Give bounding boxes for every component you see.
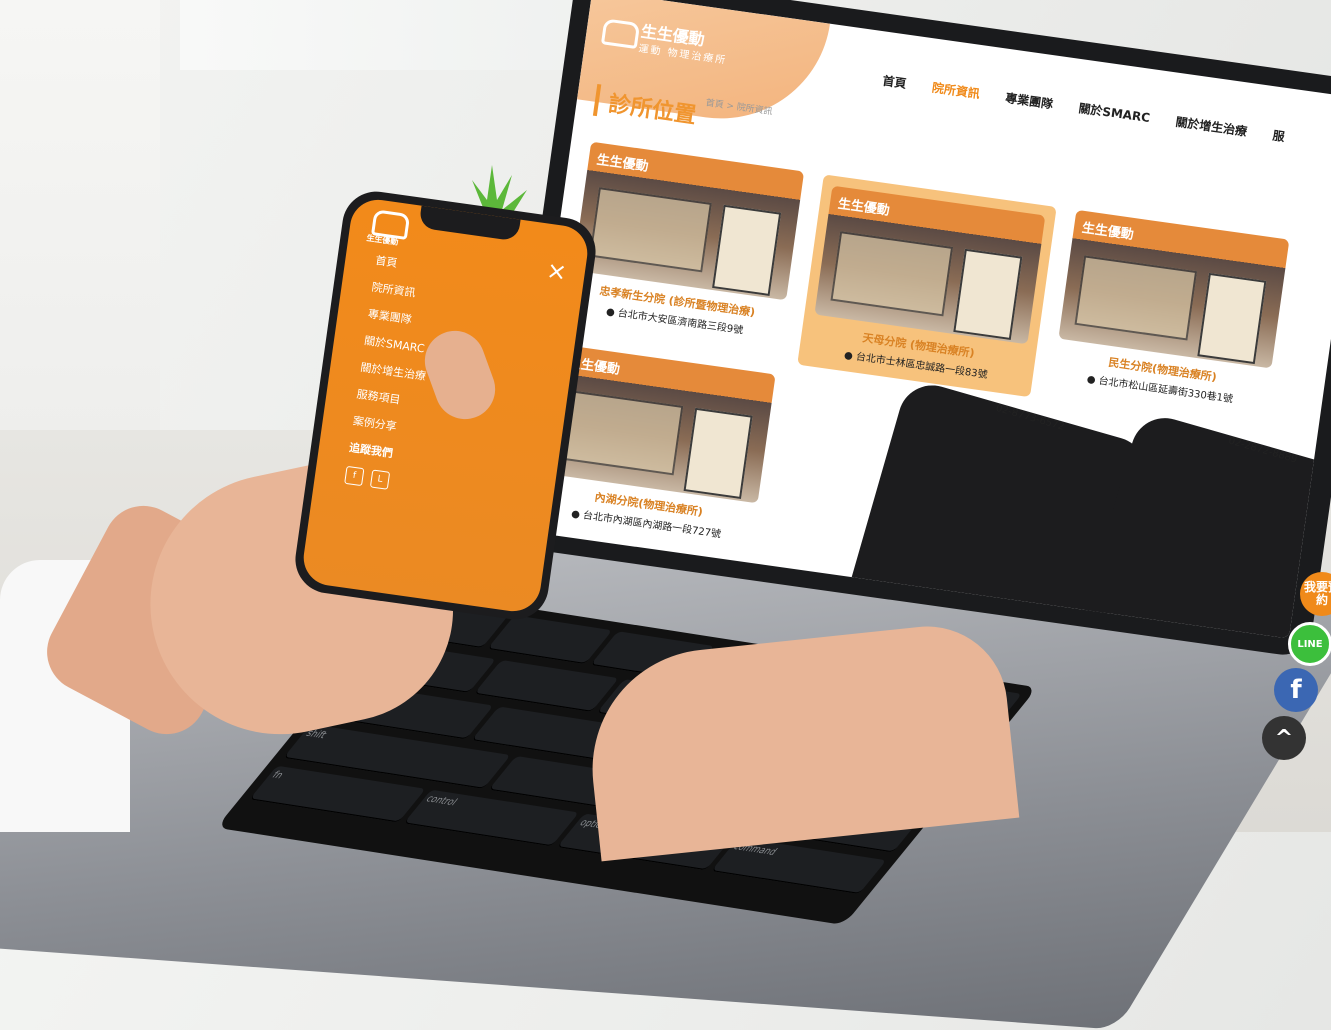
clinic-sign: 生生優動 — [1080, 220, 1135, 243]
nav-item-clinic-info[interactable]: 院所資訊 — [931, 79, 981, 103]
storefront-window — [830, 231, 954, 317]
storefront-window — [589, 187, 712, 273]
facebook-button[interactable]: f — [1274, 668, 1318, 712]
nav-item-about-smarc[interactable]: 關於SMARC — [1078, 99, 1152, 126]
clinic-photo: 生生優動 — [1058, 209, 1290, 369]
clinic-photo: 生生優動 — [814, 185, 1046, 345]
nav-item-services[interactable]: 服 — [1272, 127, 1286, 146]
mobile-menu-item-cases[interactable]: 案例分享 — [352, 412, 420, 437]
clinic-card[interactable]: 生生優動 忠孝新生分院 (診所暨物理治療) ● 台北市大安區濟南路三段9號 02… — [567, 141, 1155, 639]
clinic-photo: 生生優動 — [573, 141, 805, 301]
close-icon[interactable]: × — [545, 256, 569, 287]
storefront-door — [1197, 272, 1267, 365]
main-nav: 首頁 院所資訊 專業團隊 關於SMARC 關於增生治療 服 — [881, 72, 1286, 146]
storefront-door — [683, 407, 753, 499]
clinic-sign: 生生優動 — [836, 196, 891, 219]
follow-us-label: 追蹤我們 — [348, 441, 394, 461]
facebook-icon[interactable]: f — [344, 465, 365, 487]
mobile-menu-item-services[interactable]: 服務項目 — [356, 386, 424, 411]
back-to-top-button[interactable]: ^ — [1262, 716, 1306, 760]
nav-item-team[interactable]: 專業團隊 — [1004, 89, 1054, 113]
mobile-menu-item-about-smarc[interactable]: 關於SMARC — [363, 332, 431, 357]
laptop-screen: 生生優動 運動 物理治療所 首頁 院所資訊 專業團隊 關於SMARC 關於增生治… — [516, 0, 1331, 639]
laptop-screen-bezel: 生生優動 運動 物理治療所 首頁 院所資訊 專業團隊 關於SMARC 關於增生治… — [496, 0, 1331, 659]
mobile-menu-item-clinic-info[interactable]: 院所資訊 — [371, 279, 439, 304]
phone-notch — [418, 203, 521, 242]
mobile-menu-item-team[interactable]: 專業團隊 — [367, 305, 435, 330]
mobile-menu: 首頁 院所資訊 專業團隊 關於SMARC 關於增生治療 服務項目 案例分享 追蹤… — [343, 252, 442, 504]
social-links: f L — [344, 465, 412, 493]
clinic-sign: 生生優動 — [595, 152, 650, 175]
nav-item-home[interactable]: 首頁 — [881, 72, 908, 92]
clinic-card[interactable]: 生生優動 民生分院(物理治療所) ● 台北市松山區延壽街330巷1號 02-28… — [1053, 209, 1331, 639]
clinic-card-selected[interactable]: 生生優動 天母分院 (物理治療所) ● 台北市士林區忠誠路一段83號 02-28… — [797, 174, 1331, 639]
storefront-door — [953, 248, 1023, 340]
nav-item-prolotherapy[interactable]: 關於增生治療 — [1175, 113, 1249, 140]
storefront-door — [712, 204, 782, 296]
storefront-window — [1074, 255, 1198, 341]
mobile-menu-item-prolotherapy[interactable]: 關於增生治療 — [359, 359, 427, 384]
mobile-menu-item-home[interactable]: 首頁 — [374, 252, 442, 277]
line-button[interactable]: LINE — [1288, 622, 1331, 666]
logo-icon — [600, 18, 641, 50]
line-icon[interactable]: L — [369, 469, 391, 490]
